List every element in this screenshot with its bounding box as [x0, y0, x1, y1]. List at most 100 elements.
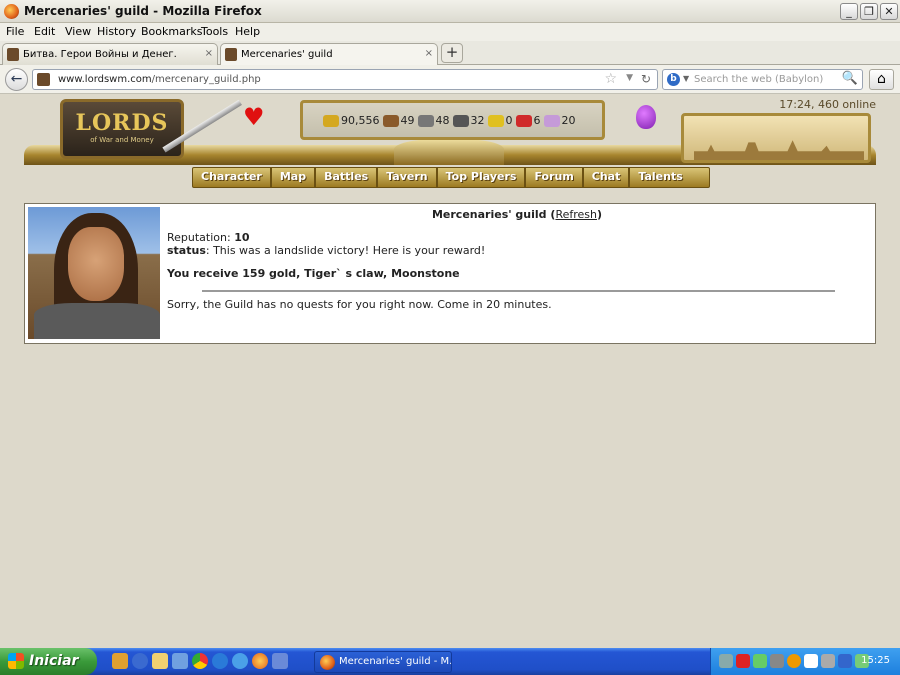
health-heart-icon[interactable]: ♥ [243, 103, 265, 131]
portrait-face [68, 227, 124, 301]
resource-item: 49 [382, 114, 415, 127]
resource-item: 48 [417, 114, 450, 127]
back-button[interactable]: ← [5, 68, 28, 91]
search-engine-dropdown-icon[interactable]: ▼ [683, 74, 689, 83]
firefox-icon [4, 4, 19, 19]
quicklaunch-media-icon[interactable] [132, 653, 148, 669]
tray-network-icon[interactable] [719, 654, 733, 668]
windows-flag-icon [8, 653, 24, 669]
nav-chat[interactable]: Chat [584, 168, 631, 187]
guild-title: Mercenaries' guild (Refresh) [167, 208, 867, 221]
nav-map[interactable]: Map [272, 168, 317, 187]
header-center-ornament [394, 139, 504, 165]
url-dropdown-icon[interactable]: ▼ [626, 73, 633, 83]
tray-update-icon[interactable] [787, 654, 801, 668]
resource-item: 6 [515, 114, 541, 127]
start-button[interactable]: Iniciar [0, 648, 97, 675]
tab-mercenaries-guild[interactable]: Mercenaries' guild × [220, 43, 438, 66]
nav-top-players[interactable]: Top Players [438, 168, 527, 187]
taskbar-firefox-window[interactable]: Mercenaries' guild - M... [314, 651, 452, 673]
new-tab-button[interactable]: + [441, 43, 463, 63]
menu-bookmarks[interactable]: Bookmarks [141, 25, 202, 38]
maximize-button[interactable]: ❐ [860, 3, 878, 20]
taskbar-window-label: Mercenaries' guild - M... [339, 656, 452, 667]
castle-image [681, 113, 871, 163]
quicklaunch-ie-icon[interactable] [212, 653, 228, 669]
minimize-button[interactable]: _ [840, 3, 858, 20]
reputation-value: 10 [234, 231, 250, 244]
quicklaunch-firefox-icon[interactable] [252, 653, 268, 669]
quicklaunch-folder-icon[interactable] [152, 653, 168, 669]
taskbar-clock[interactable]: 15:25 [861, 655, 890, 666]
tray-acrobat-icon[interactable] [736, 654, 750, 668]
resource-value: 6 [533, 114, 541, 127]
search-bar[interactable]: b ▼ Search the web (Babylon) 🔍 [662, 69, 863, 90]
url-path: /mercenary_guild.php [151, 74, 261, 85]
tray-sync-icon[interactable] [821, 654, 835, 668]
refresh-paren-close: ) [596, 208, 603, 221]
url-domain: www.lordswm.com [58, 74, 152, 85]
start-label: Iniciar [29, 653, 79, 669]
resource-value: 32 [470, 114, 485, 127]
reward-text: You receive 159 gold, Tiger` s claw, Moo… [167, 267, 460, 280]
nav-tavern[interactable]: Tavern [378, 168, 438, 187]
site-favicon-icon [225, 48, 237, 61]
site-favicon-icon [7, 48, 19, 61]
url-bar[interactable]: www.lordswm.com/mercenary_guild.php ☆ ▼ … [32, 69, 658, 90]
quicklaunch-app-icon[interactable] [272, 653, 288, 669]
menu-help[interactable]: Help [235, 25, 260, 38]
windows-taskbar: Iniciar Mercenaries' guild - M... 15:25 [0, 648, 900, 675]
quicklaunch-chrome-icon[interactable] [192, 653, 208, 669]
search-engine-icon[interactable]: b [667, 73, 680, 86]
bookmark-star-icon[interactable]: ☆ [604, 71, 617, 87]
nav-character[interactable]: Character [193, 168, 272, 187]
portrait-armor [34, 303, 160, 339]
resource-value: 0 [505, 114, 513, 127]
menu-view[interactable]: View [65, 25, 91, 38]
url-text[interactable]: www.lordswm.com/mercenary_guild.php [58, 74, 261, 85]
quicklaunch-pencil-icon[interactable] [112, 653, 128, 669]
tray-shield-icon[interactable] [753, 654, 767, 668]
quicklaunch-desktop-icon[interactable] [172, 653, 188, 669]
ore-icon [417, 114, 434, 127]
nav-talents[interactable]: Talents [630, 168, 690, 187]
nav-battles[interactable]: Battles [316, 168, 379, 187]
page-content: 17:24, 460 online LORDS of War and Money… [0, 95, 900, 648]
search-icon[interactable]: 🔍 [842, 71, 858, 86]
resource-value: 20 [561, 114, 576, 127]
menu-history[interactable]: History [97, 25, 136, 38]
menu-file[interactable]: File [6, 25, 24, 38]
tray-doc-icon[interactable] [804, 654, 818, 668]
tab-close-icon[interactable]: × [205, 48, 213, 59]
menu-edit[interactable]: Edit [34, 25, 55, 38]
quick-launch [112, 653, 288, 669]
tab-label: Битва. Герои Войны и Денег. [23, 49, 177, 60]
tray-volume-icon[interactable] [770, 654, 784, 668]
site-identity-icon[interactable] [37, 73, 50, 86]
refresh-link[interactable]: Refresh [555, 208, 597, 221]
gems-icon [543, 114, 560, 127]
resource-item: 0 [487, 114, 513, 127]
home-button[interactable]: ⌂ [869, 69, 894, 90]
wood-icon [382, 114, 399, 127]
logo-subtitle: of War and Money [90, 136, 154, 144]
mercenary-portrait [28, 207, 160, 339]
system-tray: 15:25 [710, 648, 900, 675]
mercenary-guild-panel: Mercenaries' guild (Refresh) Reputation:… [24, 203, 876, 344]
gold-icon [323, 114, 339, 127]
menu-tools[interactable]: Tools [201, 25, 228, 38]
firefox-icon [320, 655, 335, 670]
resource-item: 20 [543, 114, 576, 127]
tab-close-icon[interactable]: × [425, 48, 433, 59]
tray-display-icon[interactable] [838, 654, 852, 668]
mana-potion-icon[interactable] [636, 105, 656, 129]
quicklaunch-ie2-icon[interactable] [232, 653, 248, 669]
status-text: : This was a landslide victory! Here is … [205, 244, 486, 257]
guild-info: Mercenaries' guild (Refresh) Reputation:… [167, 208, 867, 311]
tab-heroes-war-money[interactable]: Битва. Герои Войны и Денег. × [2, 43, 218, 65]
reputation-label: Reputation: [167, 231, 231, 244]
close-window-button[interactable]: ✕ [880, 3, 898, 20]
nav-forum[interactable]: Forum [526, 168, 584, 187]
reload-icon[interactable]: ↻ [641, 72, 651, 86]
crystal-icon [515, 114, 532, 127]
